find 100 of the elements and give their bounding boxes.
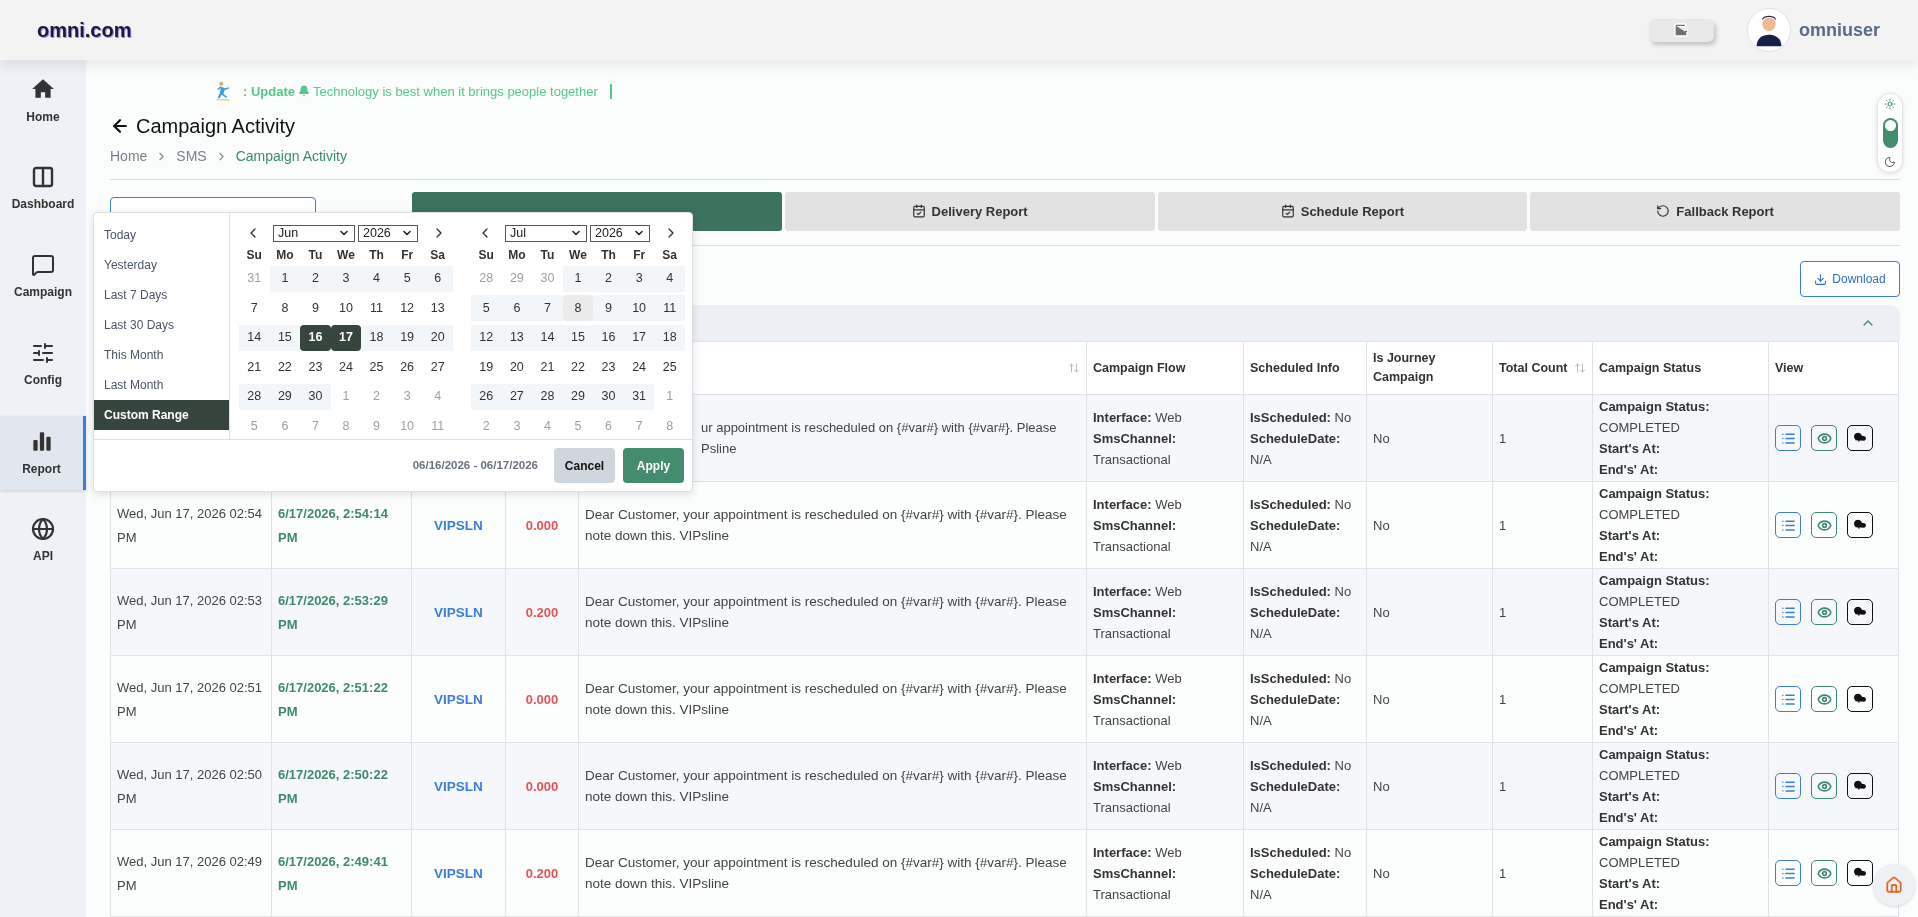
calendar-day[interactable]: 21 <box>239 354 270 380</box>
calendar-day[interactable]: 5 <box>471 295 502 321</box>
calendar-day[interactable]: 27 <box>422 354 453 380</box>
theme-toggle[interactable] <box>1877 93 1903 173</box>
calendar-day[interactable]: 25 <box>654 354 685 380</box>
sidebar-item[interactable]: Campaign <box>0 240 86 314</box>
calendar-day[interactable]: 6 <box>501 295 533 321</box>
sidebar-item[interactable]: Dashboard <box>0 152 86 226</box>
month-select[interactable]: Jun <box>273 224 355 242</box>
range-preset[interactable]: Yesterday <box>94 250 229 280</box>
avatar[interactable] <box>1746 8 1791 52</box>
calendar-day[interactable]: 29 <box>562 383 594 410</box>
username[interactable]: omniuser <box>1798 16 1880 44</box>
calendar-day[interactable]: 20 <box>501 354 533 380</box>
calendar-day[interactable]: 11 <box>654 295 685 321</box>
sidebar-item[interactable]: Home <box>0 64 86 138</box>
breadcrumb-link[interactable]: Home <box>110 146 148 168</box>
cloud-download-button[interactable] <box>1847 860 1873 886</box>
sidebar-item[interactable]: API <box>0 504 86 578</box>
cloud-download-button[interactable] <box>1847 425 1873 451</box>
view-button[interactable] <box>1811 425 1837 451</box>
view-button[interactable] <box>1811 512 1837 538</box>
calendar-day[interactable]: 17 <box>330 324 362 351</box>
sidebar-item[interactable]: Report <box>0 416 86 490</box>
calendar-day[interactable]: 9 <box>300 295 331 321</box>
breadcrumb-link[interactable]: Campaign Activity <box>235 146 347 168</box>
calendar-day[interactable]: 20 <box>422 324 453 351</box>
calendar-day[interactable]: 5 <box>391 265 423 292</box>
range-preset[interactable]: Today <box>94 220 229 250</box>
list-button[interactable] <box>1775 512 1801 538</box>
calendar-day[interactable]: 31 <box>623 383 655 410</box>
range-preset[interactable]: Last 7 Days <box>94 280 229 310</box>
calendar-day[interactable]: 4 <box>654 265 685 292</box>
calendar-day[interactable]: 18 <box>654 324 685 351</box>
calendar-day[interactable]: 12 <box>391 295 423 321</box>
cloud-download-button[interactable] <box>1847 686 1873 712</box>
logo[interactable]: omni.com <box>37 15 132 45</box>
apply-button[interactable]: Apply <box>623 448 684 483</box>
cloud-download-button[interactable] <box>1847 773 1873 799</box>
calendar-day[interactable]: 2 <box>300 265 331 292</box>
download-button[interactable]: Download <box>1800 261 1900 298</box>
calendar-day[interactable]: 23 <box>300 354 331 380</box>
calendar-day[interactable]: 2 <box>593 265 624 292</box>
list-button[interactable] <box>1775 860 1801 886</box>
calendar-day[interactable]: 1 <box>269 265 301 292</box>
calendar-day[interactable]: 4 <box>361 265 392 292</box>
calendar-day[interactable]: 19 <box>471 354 502 380</box>
report-tab[interactable]: Fallback Report <box>1530 191 1900 232</box>
report-tab[interactable]: Schedule Report <box>1157 191 1528 232</box>
calendar-day[interactable]: 12 <box>471 324 502 351</box>
calendar-day[interactable]: 1 <box>562 265 594 292</box>
view-button[interactable] <box>1811 599 1837 625</box>
calendar-day[interactable]: 22 <box>269 354 301 380</box>
calendar-day[interactable]: 23 <box>593 354 624 380</box>
calendar-day[interactable]: 10 <box>623 295 655 321</box>
calendar-day[interactable]: 26 <box>391 354 423 380</box>
calendar-day[interactable]: 17 <box>623 324 655 351</box>
list-button[interactable] <box>1775 773 1801 799</box>
calendar-day[interactable]: 13 <box>501 324 533 351</box>
year-select[interactable]: 2026 <box>358 224 418 242</box>
calendar-day[interactable]: 7 <box>532 295 563 321</box>
list-button[interactable] <box>1775 425 1801 451</box>
view-button[interactable] <box>1811 860 1837 886</box>
calendar-day[interactable]: 14 <box>532 324 563 351</box>
calendar-day[interactable]: 30 <box>593 383 624 410</box>
calendar-day[interactable]: 6 <box>422 265 453 292</box>
sidebar-item[interactable]: Config <box>0 328 86 402</box>
range-preset[interactable]: Last 30 Days <box>94 310 229 340</box>
calendar-day[interactable]: 7 <box>239 295 270 321</box>
calendar-day[interactable]: 15 <box>562 324 594 351</box>
calendar-day[interactable]: 13 <box>422 295 453 321</box>
calendar-day[interactable]: 24 <box>330 354 362 380</box>
range-preset[interactable]: Custom Range <box>94 400 229 430</box>
calendar-day[interactable]: 9 <box>593 295 624 321</box>
cancel-button[interactable]: Cancel <box>554 448 615 483</box>
calendar-day[interactable]: 18 <box>361 324 392 351</box>
calendar-day[interactable]: 27 <box>501 383 533 410</box>
calendar-day[interactable]: 11 <box>361 295 392 321</box>
year-select[interactable]: 2026 <box>590 224 650 242</box>
calendar-day[interactable]: 14 <box>239 324 270 351</box>
breadcrumb-link[interactable]: SMS <box>176 146 207 168</box>
range-preset[interactable]: Last Month <box>94 370 229 400</box>
calendar-day[interactable]: 3 <box>330 265 362 292</box>
range-preset[interactable]: This Month <box>94 340 229 370</box>
calendar-day[interactable]: 19 <box>391 324 423 351</box>
list-button[interactable] <box>1775 686 1801 712</box>
calendar-day[interactable]: 28 <box>532 383 563 410</box>
calendar-day[interactable]: 25 <box>361 354 392 380</box>
list-button[interactable] <box>1775 599 1801 625</box>
view-button[interactable] <box>1811 773 1837 799</box>
calendar-day[interactable]: 15 <box>269 324 301 351</box>
calendar-day[interactable]: 8 <box>562 295 594 321</box>
calendar-day[interactable]: 21 <box>532 354 563 380</box>
report-tab[interactable]: Delivery Report <box>784 191 1155 232</box>
month-select[interactable]: Jul <box>505 224 587 242</box>
calendar-day[interactable]: 26 <box>471 383 502 410</box>
cloud-download-button[interactable] <box>1847 599 1873 625</box>
calendar-day[interactable]: 28 <box>239 383 270 410</box>
calendar-day[interactable]: 3 <box>623 265 655 292</box>
calendar-day[interactable]: 10 <box>330 295 362 321</box>
